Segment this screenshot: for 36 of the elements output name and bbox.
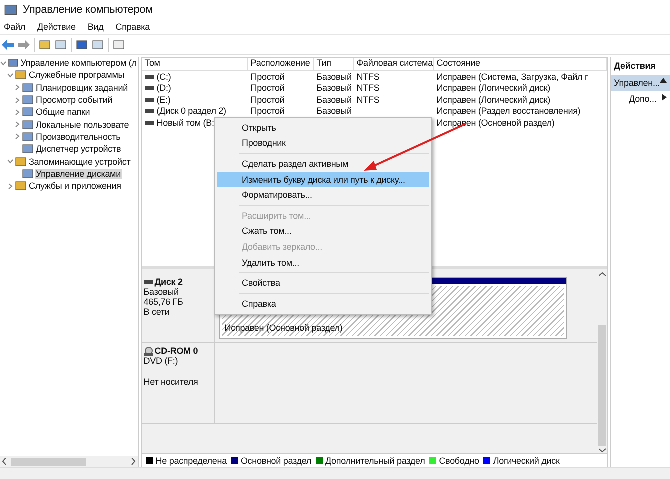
table-cell: Базовый — [316, 83, 352, 94]
disk-name: Диск 2 — [154, 277, 183, 287]
legend-label: Не распределена — [156, 456, 227, 466]
table-cell: Исправен (Логический диск) — [436, 83, 551, 94]
table-cell: (E:) — [156, 94, 171, 105]
disk-info: 465,76 ГБ — [144, 297, 184, 307]
disk-info: DVD (F:) — [144, 356, 180, 366]
table-cell: Исправен (Логический диск) — [436, 94, 551, 105]
table-cell: Простой — [250, 83, 285, 94]
window-title: Управление компьютером — [23, 4, 154, 16]
disk-info: В сети — [144, 307, 171, 317]
table-cell: (C:) — [156, 72, 172, 82]
table-cell: Исправен (Раздел восстановления) — [436, 106, 581, 116]
table-cell: NTFS — [356, 72, 380, 82]
table-cell: NTFS — [356, 94, 380, 105]
table-cell: Простой — [250, 72, 285, 82]
legend-label: Свободно — [439, 456, 480, 466]
table-cell: Исправен (Система, Загрузка, Файл г — [436, 72, 588, 82]
table-cell: NTFS — [356, 83, 380, 94]
partition-status: Исправен (Основной раздел) — [224, 323, 343, 333]
table-cell: Базовый — [316, 94, 352, 105]
table-cell: (Диск 0 раздел 2) — [156, 106, 226, 116]
table-cell: Новый том (B: — [156, 118, 214, 128]
table-cell: Базовый — [316, 72, 352, 82]
disk-name: CD-ROM 0 — [154, 346, 198, 356]
disk-info: Базовый — [144, 287, 180, 297]
table-cell: Простой — [250, 94, 285, 105]
table-cell: Исправен (Основной раздел) — [436, 118, 555, 128]
legend-label: Основной раздел — [240, 456, 312, 466]
actions-header: Действия — [613, 60, 657, 73]
disk-info: Нет носителя — [144, 377, 200, 387]
table-cell: (D:) — [156, 83, 172, 94]
legend-label: Логический диск — [493, 456, 560, 466]
legend-label: Дополнительный раздел — [326, 456, 426, 466]
table-cell: Простой — [250, 106, 285, 116]
table-cell: Базовый — [316, 106, 352, 116]
